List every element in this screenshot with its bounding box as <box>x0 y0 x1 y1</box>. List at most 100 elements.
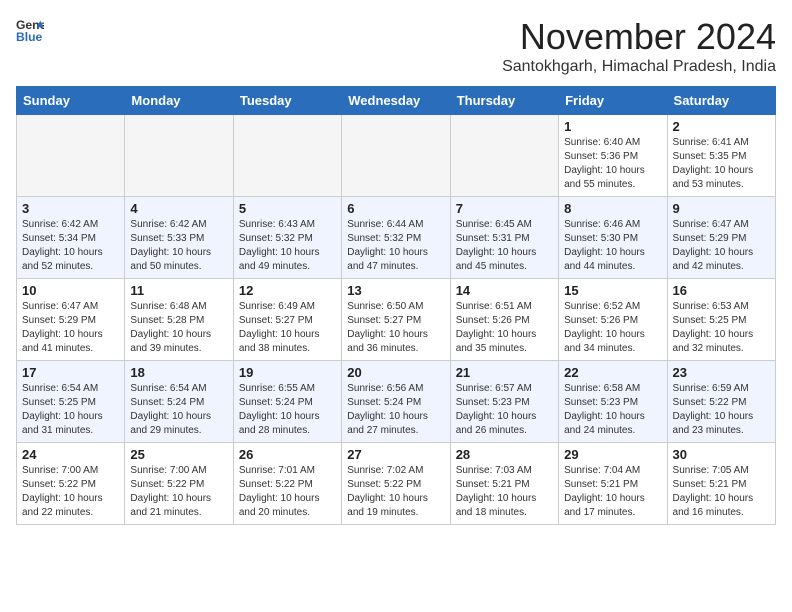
weekday-header-row: SundayMondayTuesdayWednesdayThursdayFrid… <box>17 87 776 115</box>
day-number: 7 <box>456 201 553 216</box>
calendar-day-cell: 3Sunrise: 6:42 AMSunset: 5:34 PMDaylight… <box>17 197 125 279</box>
calendar-day-cell: 4Sunrise: 6:42 AMSunset: 5:33 PMDaylight… <box>125 197 233 279</box>
day-number: 3 <box>22 201 119 216</box>
day-number: 21 <box>456 365 553 380</box>
calendar-day-cell: 29 Sunrise: 7:04 AMSunset: 5:21 PMDayligh… <box>559 443 667 525</box>
day-info: Sunrise: 7:03 AMSunset: 5:21 PMDaylight:… <box>456 464 553 520</box>
weekday-header-friday: Friday <box>559 87 667 115</box>
day-number: 12 <box>239 283 336 298</box>
weekday-header-saturday: Saturday <box>667 87 775 115</box>
page-title: November 2024 <box>502 16 776 58</box>
day-number: 4 <box>130 201 227 216</box>
calendar-day-cell: 17 Sunrise: 6:54 AMSunset: 5:25 PMDayligh… <box>17 361 125 443</box>
calendar-day-cell: 2 Sunrise: 6:41 AMSunset: 5:35 PMDaylight… <box>667 115 775 197</box>
weekday-header-monday: Monday <box>125 87 233 115</box>
day-number: 2 <box>673 119 770 134</box>
day-number: 8 <box>564 201 661 216</box>
day-number: 29 <box>564 447 661 462</box>
day-info: Sunrise: 6:59 AMSunset: 5:22 PMDaylight:… <box>673 382 770 438</box>
calendar-day-cell: 5Sunrise: 6:43 AMSunset: 5:32 PMDaylight… <box>233 197 341 279</box>
calendar-day-cell: 20Sunrise: 6:56 AMSunset: 5:24 PMDayligh… <box>342 361 450 443</box>
day-info: Sunrise: 6:52 AMSunset: 5:26 PMDaylight:… <box>564 300 661 356</box>
day-number: 9 <box>673 201 770 216</box>
day-number: 22 <box>564 365 661 380</box>
day-info: Sunrise: 6:46 AMSunset: 5:30 PMDaylight:… <box>564 218 661 274</box>
day-number: 18 <box>130 365 227 380</box>
day-number: 16 <box>673 283 770 298</box>
calendar-day-cell: 27Sunrise: 7:02 AMSunset: 5:22 PMDayligh… <box>342 443 450 525</box>
title-section: November 2024 Santokhgarh, Himachal Prad… <box>502 16 776 76</box>
day-info: Sunrise: 6:40 AMSunset: 5:36 PMDaylight:… <box>564 136 661 192</box>
calendar-day-cell: 25 Sunrise: 7:00 AMSunset: 5:22 PMDayligh… <box>125 443 233 525</box>
day-number: 5 <box>239 201 336 216</box>
day-info: Sunrise: 6:41 AMSunset: 5:35 PMDaylight:… <box>673 136 770 192</box>
page-subtitle: Santokhgarh, Himachal Pradesh, India <box>502 58 776 76</box>
calendar-day-cell: 30 Sunrise: 7:05 AMSunset: 5:21 PMDayligh… <box>667 443 775 525</box>
day-info: Sunrise: 7:01 AMSunset: 5:22 PMDaylight:… <box>239 464 336 520</box>
calendar-day-cell: 13 Sunrise: 6:50 AMSunset: 5:27 PMDayligh… <box>342 279 450 361</box>
day-info: Sunrise: 6:54 AMSunset: 5:24 PMDaylight:… <box>130 382 227 438</box>
calendar-day-cell: 23 Sunrise: 6:59 AMSunset: 5:22 PMDayligh… <box>667 361 775 443</box>
calendar-day-cell: 28 Sunrise: 7:03 AMSunset: 5:21 PMDayligh… <box>450 443 558 525</box>
weekday-header-sunday: Sunday <box>17 87 125 115</box>
day-info: Sunrise: 6:56 AMSunset: 5:24 PMDaylight:… <box>347 382 444 438</box>
day-info: Sunrise: 6:44 AMSunset: 5:32 PMDaylight:… <box>347 218 444 274</box>
calendar-day-cell <box>125 115 233 197</box>
calendar-week-row: 3Sunrise: 6:42 AMSunset: 5:34 PMDaylight… <box>17 197 776 279</box>
calendar-day-cell: 15 Sunrise: 6:52 AMSunset: 5:26 PMDayligh… <box>559 279 667 361</box>
day-info: Sunrise: 6:47 AMSunset: 5:29 PMDaylight:… <box>673 218 770 274</box>
logo: General Blue <box>16 16 44 44</box>
day-info: Sunrise: 7:04 AMSunset: 5:21 PMDaylight:… <box>564 464 661 520</box>
calendar-day-cell: 16 Sunrise: 6:53 AMSunset: 5:25 PMDayligh… <box>667 279 775 361</box>
day-info: Sunrise: 6:49 AMSunset: 5:27 PMDaylight:… <box>239 300 336 356</box>
calendar-week-row: 1 Sunrise: 6:40 AMSunset: 5:36 PMDaylight… <box>17 115 776 197</box>
day-number: 25 <box>130 447 227 462</box>
day-info: Sunrise: 6:45 AMSunset: 5:31 PMDaylight:… <box>456 218 553 274</box>
day-info: Sunrise: 7:05 AMSunset: 5:21 PMDaylight:… <box>673 464 770 520</box>
calendar-day-cell: 1 Sunrise: 6:40 AMSunset: 5:36 PMDaylight… <box>559 115 667 197</box>
day-number: 28 <box>456 447 553 462</box>
calendar-day-cell <box>342 115 450 197</box>
day-number: 23 <box>673 365 770 380</box>
day-number: 19 <box>239 365 336 380</box>
day-info: Sunrise: 7:00 AMSunset: 5:22 PMDaylight:… <box>22 464 119 520</box>
logo-icon: General Blue <box>16 16 44 44</box>
calendar-week-row: 10Sunrise: 6:47 AMSunset: 5:29 PMDayligh… <box>17 279 776 361</box>
calendar-day-cell: 9 Sunrise: 6:47 AMSunset: 5:29 PMDaylight… <box>667 197 775 279</box>
day-number: 14 <box>456 283 553 298</box>
day-number: 10 <box>22 283 119 298</box>
day-info: Sunrise: 6:58 AMSunset: 5:23 PMDaylight:… <box>564 382 661 438</box>
weekday-header-thursday: Thursday <box>450 87 558 115</box>
day-info: Sunrise: 6:55 AMSunset: 5:24 PMDaylight:… <box>239 382 336 438</box>
header: General Blue November 2024 Santokhgarh, … <box>16 16 776 76</box>
day-info: Sunrise: 6:53 AMSunset: 5:25 PMDaylight:… <box>673 300 770 356</box>
calendar-day-cell: 14 Sunrise: 6:51 AMSunset: 5:26 PMDayligh… <box>450 279 558 361</box>
day-info: Sunrise: 6:50 AMSunset: 5:27 PMDaylight:… <box>347 300 444 356</box>
calendar-day-cell: 19 Sunrise: 6:55 AMSunset: 5:24 PMDayligh… <box>233 361 341 443</box>
day-info: Sunrise: 6:54 AMSunset: 5:25 PMDaylight:… <box>22 382 119 438</box>
calendar-day-cell: 24Sunrise: 7:00 AMSunset: 5:22 PMDayligh… <box>17 443 125 525</box>
calendar-day-cell: 26 Sunrise: 7:01 AMSunset: 5:22 PMDayligh… <box>233 443 341 525</box>
day-number: 11 <box>130 283 227 298</box>
svg-text:Blue: Blue <box>16 30 43 44</box>
day-number: 27 <box>347 447 444 462</box>
day-number: 1 <box>564 119 661 134</box>
day-info: Sunrise: 6:51 AMSunset: 5:26 PMDaylight:… <box>456 300 553 356</box>
day-number: 30 <box>673 447 770 462</box>
day-number: 13 <box>347 283 444 298</box>
day-number: 26 <box>239 447 336 462</box>
weekday-header-wednesday: Wednesday <box>342 87 450 115</box>
day-number: 17 <box>22 365 119 380</box>
calendar-day-cell: 6 Sunrise: 6:44 AMSunset: 5:32 PMDaylight… <box>342 197 450 279</box>
day-number: 6 <box>347 201 444 216</box>
calendar-table: SundayMondayTuesdayWednesdayThursdayFrid… <box>16 86 776 525</box>
day-info: Sunrise: 7:00 AMSunset: 5:22 PMDaylight:… <box>130 464 227 520</box>
day-info: Sunrise: 6:57 AMSunset: 5:23 PMDaylight:… <box>456 382 553 438</box>
day-number: 15 <box>564 283 661 298</box>
calendar-day-cell <box>233 115 341 197</box>
calendar-day-cell: 21 Sunrise: 6:57 AMSunset: 5:23 PMDayligh… <box>450 361 558 443</box>
calendar-day-cell: 8 Sunrise: 6:46 AMSunset: 5:30 PMDaylight… <box>559 197 667 279</box>
calendar-day-cell <box>450 115 558 197</box>
calendar-day-cell <box>17 115 125 197</box>
calendar-day-cell: 12 Sunrise: 6:49 AMSunset: 5:27 PMDayligh… <box>233 279 341 361</box>
